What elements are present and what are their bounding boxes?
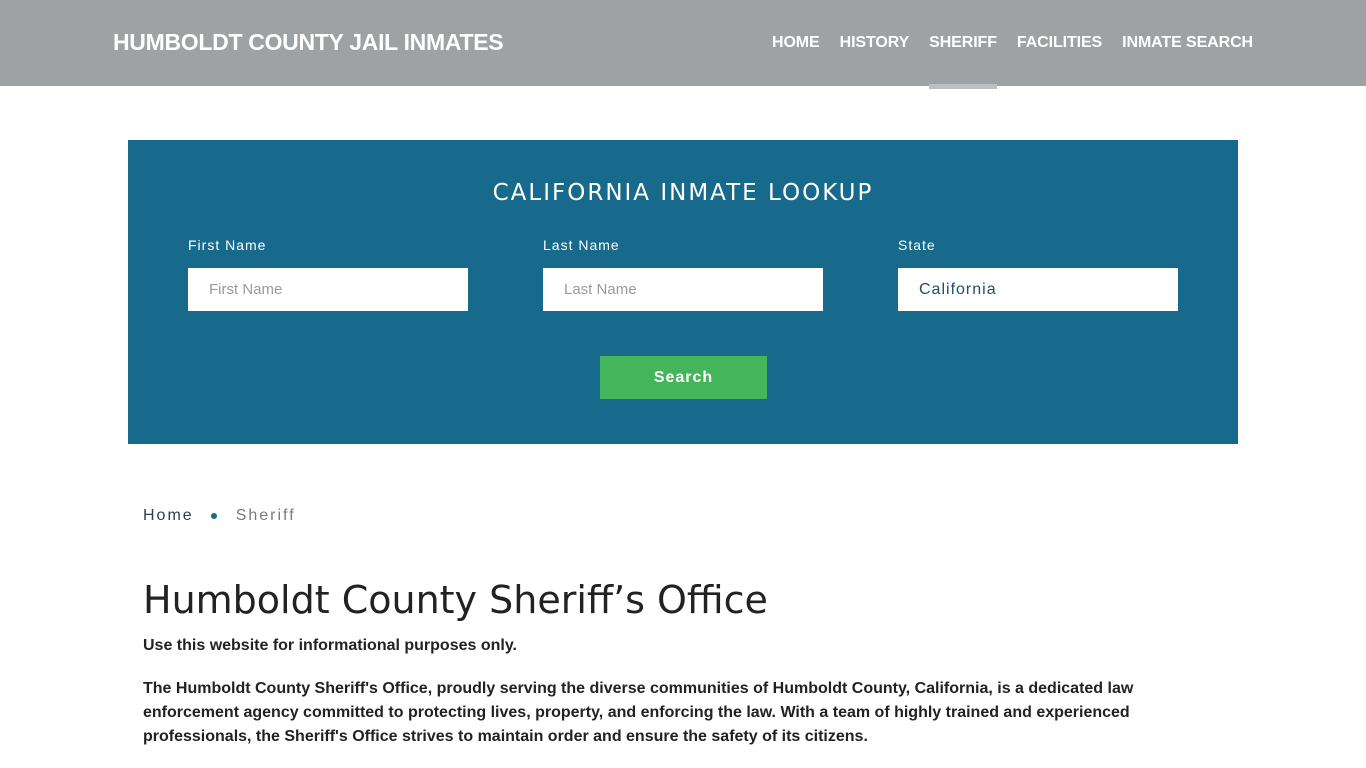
lookup-title: CALIFORNIA INMATE LOOKUP (492, 180, 874, 206)
last-name-input[interactable] (543, 268, 823, 311)
disclaimer-text: Use this website for informational purpo… (143, 637, 517, 654)
main-nav: HOME HISTORY SHERIFF FACILITIES INMATE S… (752, 0, 1253, 89)
first-name-input[interactable] (188, 268, 468, 311)
breadcrumb-separator-dot-icon (210, 513, 217, 519)
nav-home[interactable]: HOME (772, 0, 820, 89)
site-header: HUMBOLDT COUNTY JAIL INMATES HOME HISTOR… (0, 0, 1366, 89)
nav-sheriff[interactable]: SHERIFF (929, 0, 997, 89)
breadcrumb-home-link[interactable]: Home (143, 507, 194, 525)
nav-history[interactable]: HISTORY (840, 0, 910, 89)
first-name-label: First Name (188, 237, 267, 253)
breadcrumb-current: Sheriff (235, 507, 296, 524)
search-button[interactable]: Search (600, 356, 767, 399)
last-name-label: Last Name (543, 237, 620, 253)
state-label: State (898, 237, 936, 253)
description-paragraph: The Humboldt County Sheriff's Office, pr… (143, 680, 1134, 745)
page-title: Humboldt County Sheriff’s Office (143, 578, 768, 622)
site-brand-link[interactable]: HUMBOLDT COUNTY JAIL INMATES (113, 29, 504, 56)
nav-inmate-search[interactable]: INMATE SEARCH (1122, 0, 1253, 89)
nav-facilities[interactable]: FACILITIES (1017, 0, 1102, 89)
breadcrumb: Home Sheriff (143, 507, 296, 525)
state-select[interactable] (898, 268, 1178, 311)
